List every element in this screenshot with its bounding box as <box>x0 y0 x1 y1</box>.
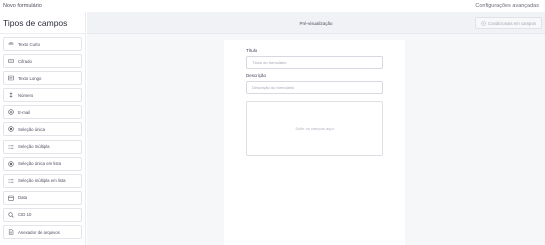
field-type-encrypted[interactable]: Cifrado <box>3 54 82 69</box>
field-conditions-button[interactable]: Condicionais em campos <box>474 17 542 29</box>
description-input[interactable]: Descrição do formulário <box>246 81 383 94</box>
field-type-label: Seleção múltipla em lista <box>18 178 66 184</box>
field-type-label: Texto Longo <box>18 75 42 81</box>
conditions-label: Condicionais em campos <box>487 20 536 26</box>
form-preview-card: Título Título do formulário Descrição De… <box>224 40 405 245</box>
field-type-label: Texto Curto <box>18 41 40 47</box>
title-placeholder: Título do formulário <box>252 60 287 65</box>
calendar-icon <box>8 195 14 201</box>
field-type-number[interactable]: Número <box>3 88 82 103</box>
top-bar: Novo formulário Configurações avançadas <box>0 0 545 12</box>
field-type-label: Anexador de arquivos <box>18 229 60 235</box>
multi-select-icon <box>8 144 14 150</box>
search-icon <box>8 212 14 218</box>
field-type-label: Seleção múltipla <box>18 144 50 150</box>
field-type-date[interactable]: Data <box>3 190 82 205</box>
field-dropzone[interactable]: Solte os campos aqui <box>246 101 383 156</box>
encrypted-icon <box>8 58 14 64</box>
radio-list-icon <box>8 160 14 167</box>
sidebar-title: Tipos de campos <box>0 12 85 34</box>
field-type-single-select-list[interactable]: Seleção única em lista <box>3 156 82 171</box>
field-type-multi-select-list[interactable]: Seleção múltipla em lista <box>3 173 82 188</box>
preview-area: Pré-visualização Condicionais em campos … <box>87 12 545 245</box>
field-type-long-text[interactable]: Texto Longo <box>3 71 82 86</box>
multi-select-list-icon <box>8 178 14 184</box>
form-name[interactable]: Novo formulário <box>3 3 42 9</box>
field-type-label: Seleção única <box>18 126 45 132</box>
dropzone-text: Solte os campos aqui <box>295 126 334 131</box>
short-text-icon <box>8 41 14 47</box>
email-icon <box>8 109 14 116</box>
field-types-sidebar: Tipos de campos Texto Curto Cifrado Text… <box>0 12 86 245</box>
number-icon <box>8 92 14 98</box>
field-type-cid10[interactable]: CID 10 <box>3 207 82 222</box>
field-type-email[interactable]: E-mail <box>3 105 82 120</box>
description-label: Descrição <box>246 73 267 78</box>
title-label: Título <box>246 48 258 53</box>
field-type-short-text[interactable]: Texto Curto <box>3 37 82 51</box>
field-type-label: E-mail <box>18 109 31 115</box>
field-type-label: Número <box>18 92 34 98</box>
field-type-label: Data <box>18 195 28 201</box>
field-type-label: Cifrado <box>18 58 32 64</box>
conditions-icon <box>481 20 486 26</box>
radio-icon <box>8 126 14 133</box>
field-type-label: Seleção única em lista <box>18 161 61 167</box>
field-type-file-attachment[interactable]: Anexador de arquivos <box>3 225 82 240</box>
file-icon <box>8 229 14 235</box>
field-type-multi-select[interactable]: Seleção múltipla <box>3 139 82 154</box>
description-placeholder: Descrição do formulário <box>252 85 295 90</box>
field-type-label: CID 10 <box>18 212 32 218</box>
field-type-list: Texto Curto Cifrado Texto Longo Número E <box>0 34 85 240</box>
title-input[interactable]: Título do formulário <box>246 56 383 69</box>
advanced-settings-link[interactable]: Configurações avançadas <box>475 3 542 9</box>
preview-header: Pré-visualização Condicionais em campos <box>87 12 545 34</box>
field-type-single-select[interactable]: Seleção única <box>3 122 82 137</box>
long-text-icon <box>8 75 14 81</box>
